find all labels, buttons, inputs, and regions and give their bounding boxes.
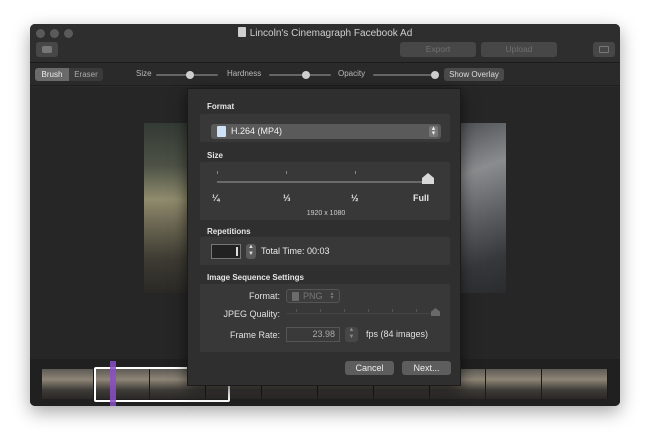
size-slider[interactable]	[217, 181, 424, 183]
upload-button[interactable]: Upload	[481, 42, 557, 57]
hardness-slider-knob[interactable]	[302, 71, 311, 79]
output-dimensions: 1920 x 1080	[306, 210, 346, 217]
opacity-slider-knob[interactable]	[431, 71, 439, 79]
total-time: Total Time: 00:03	[261, 246, 330, 256]
sequence-format-label: Format:	[248, 291, 280, 301]
camera-icon	[42, 46, 52, 53]
timeline-thumbnail	[486, 369, 542, 399]
opacity-label: Opacity	[338, 69, 366, 78]
cancel-button[interactable]: Cancel	[345, 361, 394, 375]
jpeg-quality-tick	[296, 309, 297, 312]
file-icon	[217, 126, 226, 137]
next-button[interactable]: Next...	[402, 361, 451, 375]
sequence-format-popup[interactable]: PNG ▴ ▾	[286, 289, 340, 303]
playhead[interactable]	[110, 361, 116, 406]
show-overlay-button[interactable]: Show Overlay	[444, 68, 504, 81]
sequence-format-value: PNG	[303, 291, 323, 301]
format-box: H.264 (MP4) ▴ ▾	[199, 113, 451, 143]
sidebar-icon	[599, 46, 609, 53]
video-frame-left	[144, 123, 188, 293]
repetitions-section-label: Repetitions	[207, 227, 251, 236]
chevron-updown-icon: ▴ ▾	[429, 125, 438, 137]
window-title-text: Lincoln's Cinemagraph Facebook Ad	[249, 28, 413, 39]
eraser-segment[interactable]: Eraser	[69, 68, 103, 81]
timeline-thumbnail	[42, 369, 94, 399]
size-option-half: ½	[351, 193, 359, 203]
image-sequence-section-label: Image Sequence Settings	[207, 273, 304, 282]
format-popup[interactable]: H.264 (MP4) ▴ ▾	[211, 124, 441, 139]
text-cursor	[236, 247, 238, 256]
size-slider-knob[interactable]	[422, 173, 434, 184]
jpeg-quality-knob[interactable]	[431, 308, 440, 316]
chevron-updown-icon: ▴ ▾	[330, 291, 334, 301]
image-sequence-box: Format: PNG ▴ ▾ JPEG Quality: Frame Rate:…	[199, 283, 451, 353]
jpeg-quality-tick	[392, 309, 393, 312]
jpeg-quality-tick	[320, 309, 321, 312]
brush-eraser-segmented-control: Brush Eraser	[35, 68, 103, 81]
jpeg-quality-tick	[344, 309, 345, 312]
size-tick	[286, 171, 287, 174]
title-bar: Lincoln's Cinemagraph Facebook Ad Export…	[30, 24, 620, 63]
format-section-label: Format	[207, 102, 235, 111]
timeline-thumbnail	[542, 369, 608, 399]
size-label: Size	[136, 69, 152, 78]
size-tick	[355, 171, 356, 174]
size-box: ¼ ⅓ ½ Full 1920 x 1080	[199, 161, 451, 221]
sidebar-toggle-button[interactable]	[593, 42, 615, 57]
opacity-slider[interactable]	[373, 71, 439, 79]
camera-button[interactable]	[36, 42, 58, 57]
frame-rate-input[interactable]: 23.98	[286, 327, 340, 342]
export-button[interactable]: Export	[400, 42, 476, 57]
brush-segment[interactable]: Brush	[35, 68, 69, 81]
repetitions-stepper[interactable]: ▲ ▼	[246, 244, 256, 259]
frame-rate-label: Frame Rate:	[229, 330, 280, 340]
fps-image-count: fps (84 images)	[366, 329, 429, 339]
size-option-full: Full	[413, 193, 429, 203]
size-slider[interactable]	[156, 71, 218, 79]
frame-rate-stepper[interactable]: ▲ ▼	[345, 327, 358, 342]
file-icon	[292, 292, 299, 301]
jpeg-quality-tick	[368, 309, 369, 312]
mask-toolbar: Brush Eraser Size Hardness Opacity Show …	[30, 64, 620, 86]
repetitions-box: ▲ ▼ Total Time: 00:03	[199, 236, 451, 266]
jpeg-quality-tick	[416, 309, 417, 312]
hardness-slider[interactable]	[269, 71, 331, 79]
size-section-label: Size	[207, 151, 224, 160]
jpeg-quality-slider[interactable]	[286, 313, 436, 314]
size-tick	[217, 171, 218, 174]
jpeg-quality-label: JPEG Quality:	[223, 309, 280, 319]
hardness-label: Hardness	[227, 69, 262, 78]
size-slider-knob[interactable]	[186, 71, 195, 79]
size-option-third: ⅓	[283, 193, 291, 203]
document-icon	[237, 27, 246, 37]
repetitions-input[interactable]	[211, 244, 241, 259]
window-title: Lincoln's Cinemagraph Facebook Ad	[30, 27, 620, 39]
export-sheet: Format H.264 (MP4) ▴ ▾ Size ¼ ⅓ ½ Full 19…	[187, 88, 461, 386]
format-popup-value: H.264 (MP4)	[231, 126, 283, 136]
size-option-quarter: ¼	[212, 193, 220, 203]
